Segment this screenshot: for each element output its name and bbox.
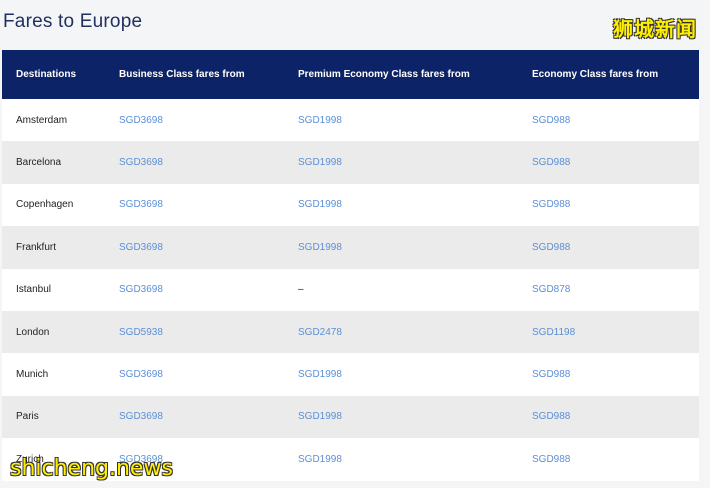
fares-table-body: Amsterdam SGD3698 SGD1998 SGD988 Barcelo… [2, 99, 699, 481]
header-premium-economy: Premium Economy Class fares from [298, 69, 470, 80]
premium-economy-fare-link[interactable]: SGD1998 [284, 438, 518, 480]
economy-fare-link[interactable]: SGD988 [518, 184, 699, 226]
premium-economy-fare-unavailable: – [298, 284, 304, 296]
economy-fare-link[interactable]: SGD988 [518, 226, 699, 268]
table-row: Barcelona SGD3698 SGD1998 SGD988 [2, 141, 699, 184]
table-row: Frankfurt SGD3698 SGD1998 SGD988 [2, 226, 699, 269]
table-row: Istanbul SGD3698 – SGD878 [2, 268, 699, 311]
economy-fare-link[interactable]: SGD988 [518, 99, 699, 141]
header-business-class: Business Class fares from [119, 69, 245, 80]
economy-fare-link[interactable]: SGD1198 [518, 311, 699, 353]
premium-economy-fare-link[interactable]: SGD1998 [284, 141, 518, 183]
page-title: Fares to Europe [3, 11, 143, 32]
business-fare-link[interactable]: SGD3698 [105, 396, 284, 438]
fares-table-container: Destinations Business Class fares from P… [2, 50, 699, 481]
table-row: Paris SGD3698 SGD1998 SGD988 [2, 395, 699, 439]
header-row: Destinations Business Class fares from P… [2, 50, 699, 99]
economy-fare-link[interactable]: SGD988 [518, 353, 699, 395]
header-destinations: Destinations [16, 69, 77, 80]
economy-fare-link[interactable]: SGD988 [518, 438, 699, 480]
economy-fare-link[interactable]: SGD988 [518, 396, 699, 438]
premium-economy-fare-link[interactable]: SGD2478 [284, 311, 518, 353]
premium-economy-fare-link[interactable]: SGD1998 [284, 396, 518, 438]
destination-cell: Istanbul [16, 284, 52, 296]
destination-cell: Amsterdam [16, 114, 68, 126]
premium-economy-fare-link[interactable]: SGD1998 [284, 184, 518, 226]
destination-cell: Paris [16, 411, 39, 423]
economy-fare-link[interactable]: SGD988 [518, 141, 699, 183]
header-economy-class: Economy Class fares from [532, 69, 659, 80]
table-row: Munich SGD3698 SGD1998 SGD988 [2, 353, 699, 396]
destination-cell: Frankfurt [16, 241, 57, 253]
table-row: Amsterdam SGD3698 SGD1998 SGD988 [2, 99, 699, 142]
business-fare-link[interactable]: SGD3698 [105, 141, 284, 183]
fares-table-header: Destinations Business Class fares from P… [2, 50, 699, 99]
destination-cell: Copenhagen [16, 199, 74, 211]
business-fare-link[interactable]: SGD3698 [105, 226, 284, 268]
table-row: Copenhagen SGD3698 SGD1998 SGD988 [2, 183, 699, 227]
destination-cell: Barcelona [16, 157, 62, 169]
business-fare-link[interactable]: SGD5938 [105, 311, 284, 353]
premium-economy-fare-link[interactable]: SGD1998 [284, 99, 518, 141]
business-fare-link[interactable]: SGD3698 [105, 184, 284, 226]
watermark-chinese: 狮城新闻 [613, 17, 697, 41]
business-fare-link[interactable]: SGD3698 [105, 353, 284, 395]
business-fare-link[interactable]: SGD3698 [105, 99, 284, 141]
business-fare-link[interactable]: SGD3698 [105, 269, 284, 311]
premium-economy-fare-link[interactable]: SGD1998 [284, 353, 518, 395]
fares-table: Destinations Business Class fares from P… [2, 50, 699, 481]
premium-economy-fare-link[interactable]: SGD1998 [284, 226, 518, 268]
economy-fare-link[interactable]: SGD878 [518, 269, 699, 311]
destination-cell: Munich [16, 369, 49, 381]
watermark-site: shicheng.news [10, 456, 173, 481]
destination-cell: London [16, 326, 50, 338]
table-row: London SGD5938 SGD2478 SGD1198 [2, 310, 699, 354]
